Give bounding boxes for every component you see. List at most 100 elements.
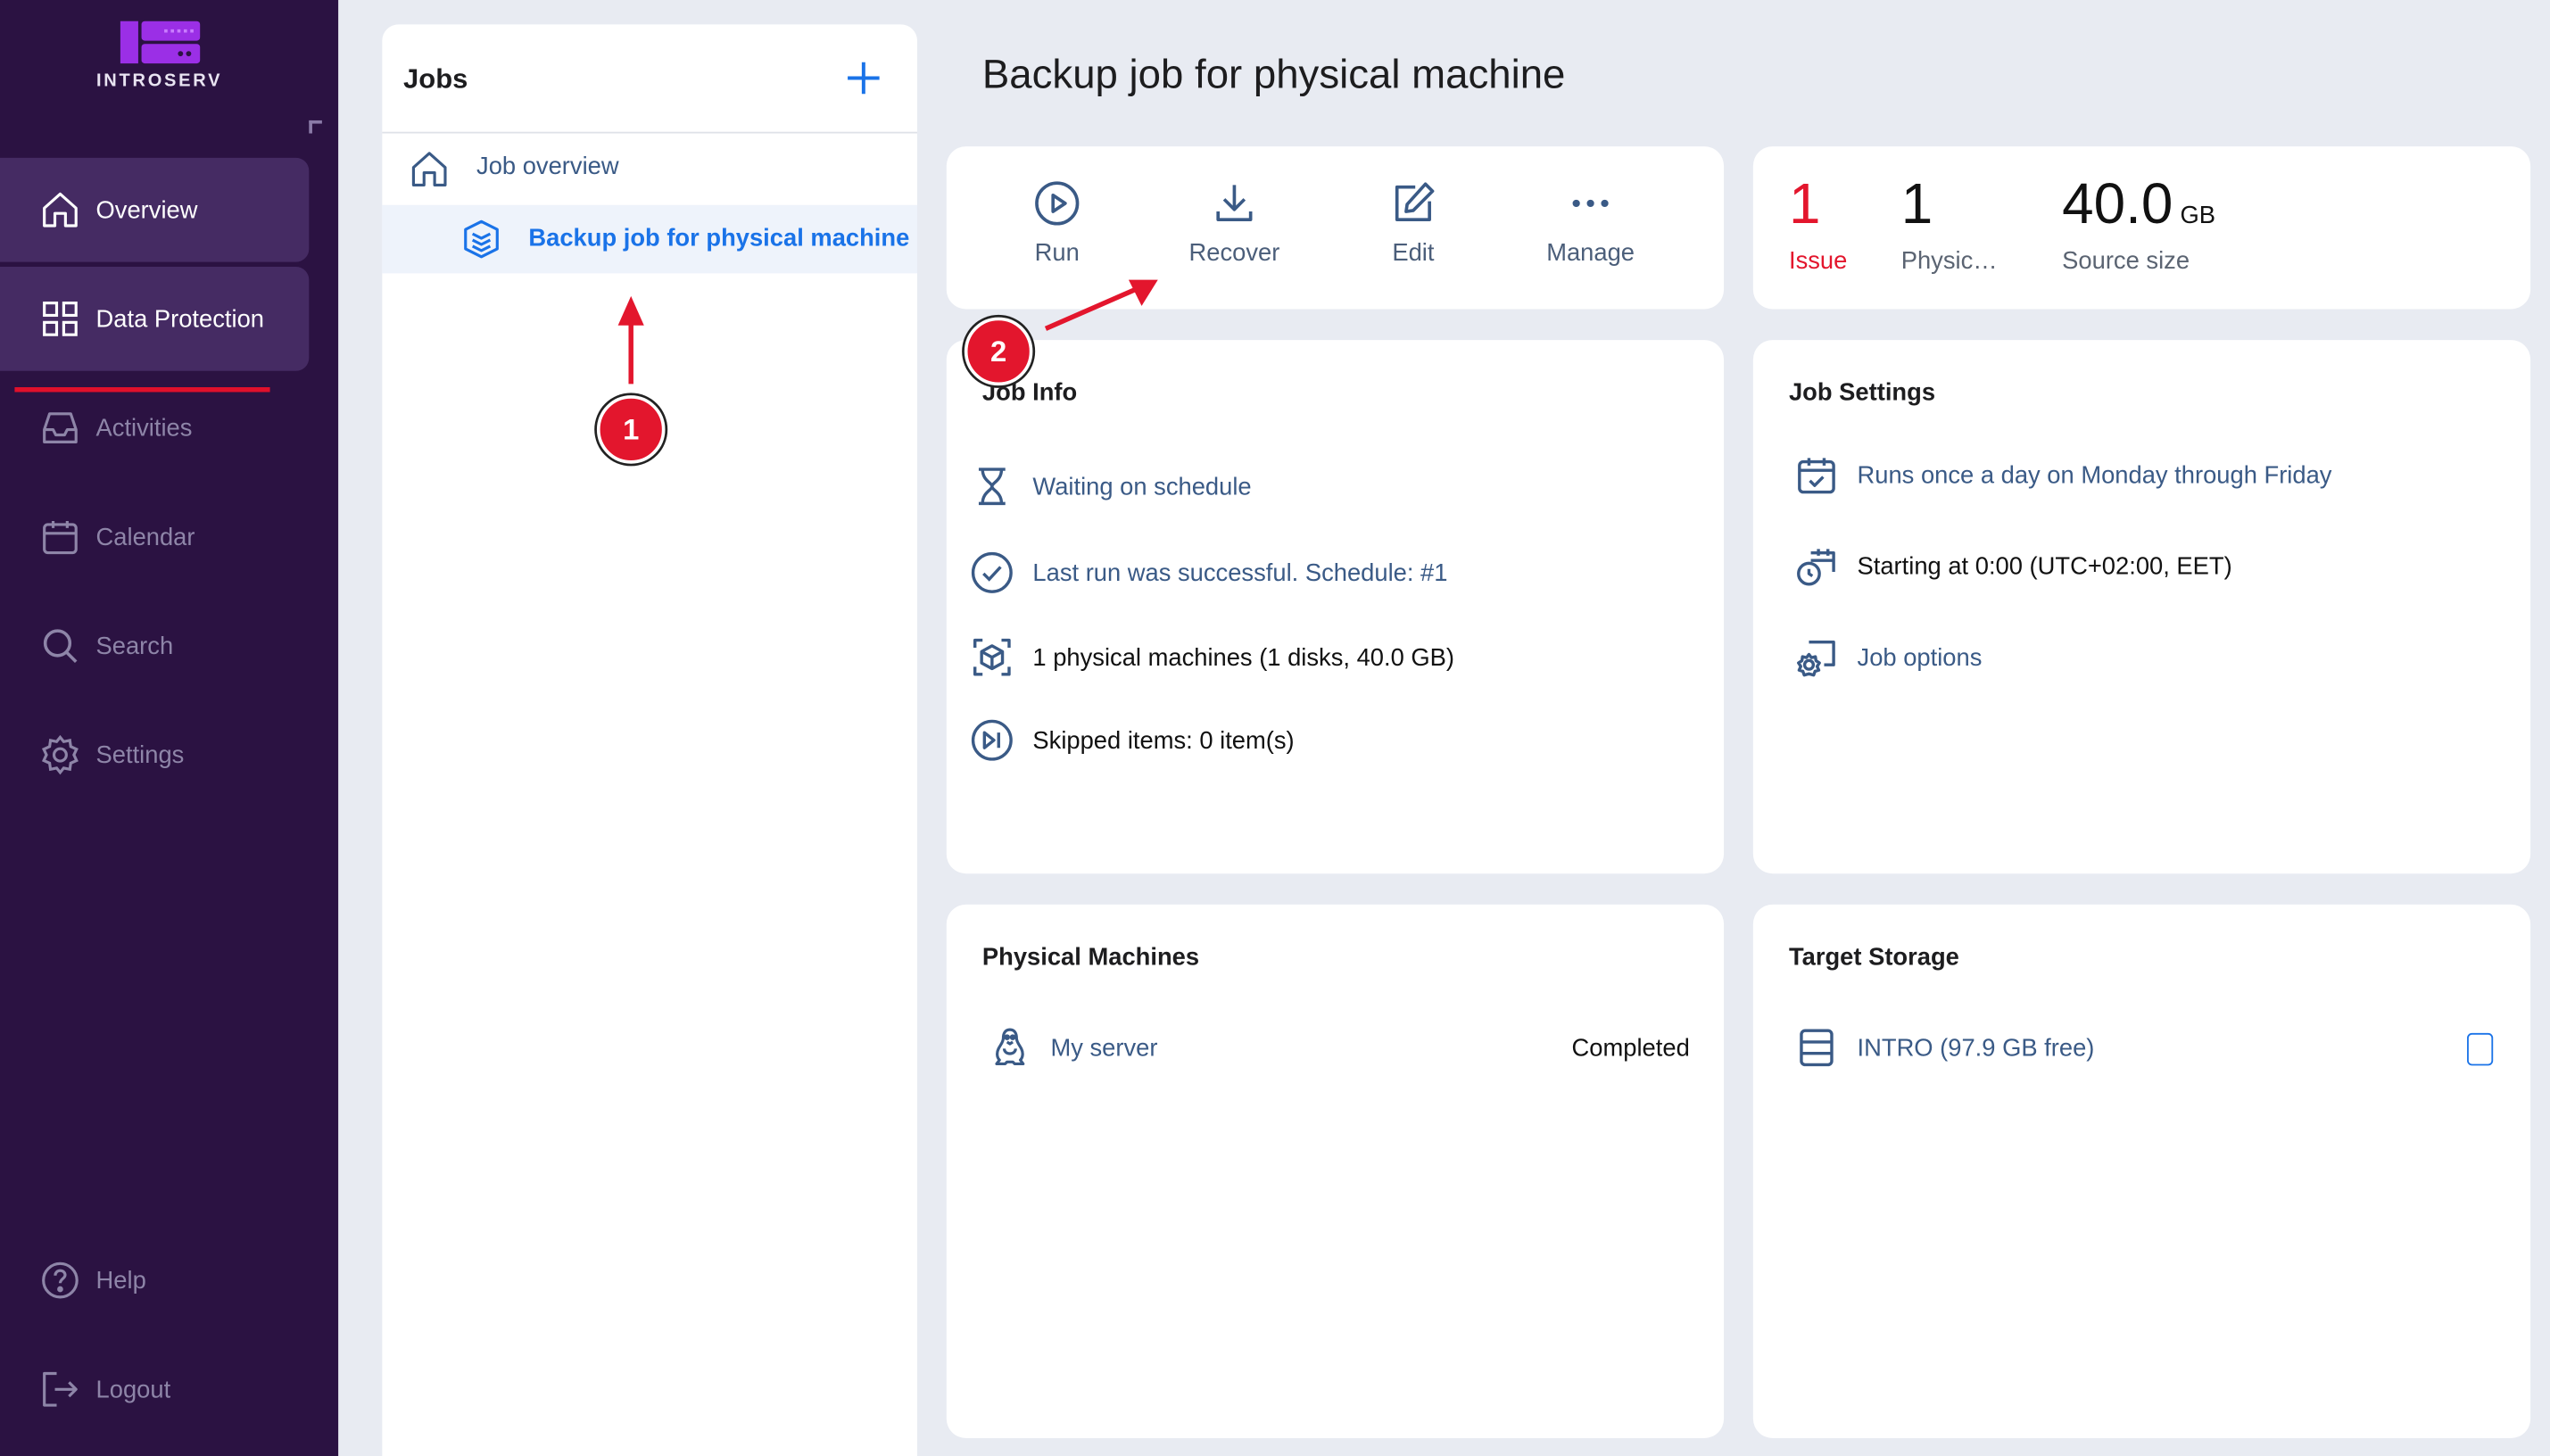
skipped-row: Skipped items: 0 item(s) bbox=[969, 716, 1295, 765]
linux-penguin-icon bbox=[995, 1028, 1025, 1066]
cube-scan-icon bbox=[973, 638, 1011, 676]
skip-forward-icon bbox=[971, 719, 1013, 761]
issue-count: 1 bbox=[1788, 172, 1821, 236]
sidebar-item-label: Search bbox=[95, 632, 174, 660]
target-storage-title: Target Storage bbox=[1788, 943, 1959, 972]
schedule-row: Runs once a day on Monday through Friday bbox=[1793, 451, 2331, 500]
sidebar-item-activities[interactable]: Activities bbox=[0, 376, 309, 480]
edit-icon bbox=[1395, 182, 1435, 221]
sidebar: INTROSERV Overview Data Protection Activ… bbox=[0, 0, 339, 1456]
issue-label: Issue bbox=[1788, 247, 1848, 276]
source-size-label: Source size bbox=[2062, 247, 2190, 276]
physical-label: Physic… bbox=[1900, 247, 1998, 276]
sidebar-item-settings[interactable]: Settings bbox=[0, 703, 309, 807]
run-button[interactable]: Run bbox=[984, 176, 1130, 280]
edit-button[interactable]: Edit bbox=[1340, 176, 1486, 280]
hourglass-icon bbox=[978, 467, 1006, 506]
sidebar-item-search[interactable]: Search bbox=[0, 594, 309, 699]
annotation-arrow-up bbox=[617, 295, 644, 385]
manage-button[interactable]: Manage bbox=[1518, 176, 1664, 280]
physical-count: 1 bbox=[1900, 172, 1933, 236]
sidebar-item-calendar[interactable]: Calendar bbox=[0, 484, 309, 589]
manage-label: Manage bbox=[1546, 239, 1635, 268]
sidebar-item-help[interactable]: Help bbox=[0, 1228, 309, 1333]
storage-server-icon bbox=[1800, 1029, 1834, 1067]
storage-checkbox[interactable] bbox=[2467, 1032, 2494, 1066]
physical-machines-card: Physical Machines My server Completed bbox=[946, 904, 1725, 1438]
machine-row[interactable]: My server Completed bbox=[987, 1023, 1690, 1072]
start-time-text: Starting at 0:00 (UTC+02:00, EET) bbox=[1857, 552, 2232, 581]
help-icon bbox=[42, 1262, 79, 1299]
skipped-text: Skipped items: 0 item(s) bbox=[1032, 726, 1295, 755]
sidebar-item-label: Overview bbox=[95, 195, 198, 224]
last-run-text[interactable]: Last run was successful. Schedule: #1 bbox=[1032, 558, 1447, 586]
recover-button[interactable]: Recover bbox=[1161, 176, 1307, 280]
start-time-row: Starting at 0:00 (UTC+02:00, EET) bbox=[1793, 542, 2232, 591]
tree-item-job-overview[interactable]: Job overview bbox=[382, 134, 917, 203]
issue-stat[interactable]: 1 Issue bbox=[1789, 172, 1847, 275]
gear-icon bbox=[41, 734, 79, 775]
page-title: Backup job for physical machine bbox=[981, 52, 1566, 98]
machine-name: My server bbox=[1050, 1033, 1158, 1062]
physical-machines-title: Physical Machines bbox=[981, 943, 1200, 972]
check-circle-icon bbox=[971, 551, 1013, 593]
source-size-unit: GB bbox=[2180, 202, 2216, 230]
job-settings-card: Job Settings Runs once a day on Monday t… bbox=[1752, 340, 2531, 874]
target-storage-card: Target Storage INTRO (97.9 GB free) bbox=[1752, 904, 2531, 1438]
recover-label: Recover bbox=[1188, 239, 1280, 268]
sidebar-item-overview[interactable]: Overview bbox=[0, 157, 310, 262]
sidebar-item-logout[interactable]: Logout bbox=[0, 1337, 309, 1442]
search-icon bbox=[43, 629, 78, 663]
jobs-title: Jobs bbox=[403, 63, 468, 95]
run-label: Run bbox=[1034, 239, 1080, 268]
sidebar-item-label: Logout bbox=[95, 1375, 171, 1403]
job-options-link[interactable]: Job options bbox=[1858, 643, 1983, 671]
sidebar-item-data-protection[interactable]: Data Protection bbox=[0, 267, 310, 371]
sidebar-item-label: Activities bbox=[95, 414, 193, 443]
tree-item-selected-job[interactable]: Backup job for physical machine bbox=[382, 204, 918, 274]
download-icon bbox=[1216, 185, 1253, 221]
collapse-corner-icon[interactable] bbox=[309, 120, 322, 134]
backup-job-layers-icon bbox=[464, 219, 499, 259]
machines-row: 1 physical machines (1 disks, 40.0 GB) bbox=[969, 633, 1454, 682]
sidebar-item-label: Data Protection bbox=[95, 304, 264, 333]
inbox-icon bbox=[43, 412, 78, 443]
last-run-row: Last run was successful. Schedule: #1 bbox=[969, 549, 1447, 598]
job-settings-title: Job Settings bbox=[1788, 378, 1936, 407]
edit-label: Edit bbox=[1392, 239, 1435, 268]
source-size-stat: 40.0 GB Source size bbox=[2062, 172, 2215, 275]
jobs-panel: Jobs Job overview Backup job for physica… bbox=[382, 24, 918, 1456]
calendar-icon bbox=[43, 520, 78, 555]
schedule-text[interactable]: Runs once a day on Monday through Friday bbox=[1858, 461, 2332, 489]
grid-icon bbox=[43, 302, 78, 336]
job-status-text[interactable]: Waiting on schedule bbox=[1032, 473, 1251, 500]
more-dots-icon bbox=[1572, 199, 1609, 208]
play-circle-icon bbox=[1035, 181, 1080, 226]
sidebar-item-label: Help bbox=[95, 1266, 146, 1295]
calendar-clock-icon bbox=[1797, 549, 1835, 586]
storage-row[interactable]: INTRO (97.9 GB free) bbox=[1793, 1023, 2094, 1072]
machine-status: Completed bbox=[1571, 1033, 1690, 1062]
source-size-value: 40.0 bbox=[2062, 172, 2173, 236]
physical-stat: 1 Physic… bbox=[1901, 172, 1998, 275]
sidebar-item-label: Settings bbox=[95, 740, 185, 769]
gear-window-icon bbox=[1797, 640, 1835, 677]
stats-card: 1 Issue 1 Physic… 40.0 GB Source size bbox=[1752, 146, 2531, 310]
annotation-arrow-diagonal bbox=[1044, 279, 1158, 331]
introserv-logo-icon bbox=[120, 21, 201, 64]
tree-item-label: Backup job for physical machine bbox=[528, 224, 910, 252]
home-icon bbox=[43, 192, 78, 228]
machines-text: 1 physical machines (1 disks, 40.0 GB) bbox=[1032, 643, 1455, 672]
job-info-card: Job Info Waiting on schedule Last run wa… bbox=[946, 340, 1725, 874]
job-status-row: Waiting on schedule bbox=[969, 462, 1252, 511]
sidebar-item-label: Calendar bbox=[95, 523, 195, 551]
add-job-plus-icon[interactable] bbox=[842, 57, 884, 99]
brand-name: INTROSERV bbox=[95, 71, 223, 92]
storage-name: INTRO (97.9 GB free) bbox=[1857, 1033, 2095, 1062]
tree-item-label: Job overview bbox=[476, 153, 619, 181]
calendar-check-icon bbox=[1798, 458, 1835, 494]
job-options-row: Job options bbox=[1793, 633, 1982, 682]
home-icon bbox=[411, 152, 447, 187]
annotation-marker-1: 1 bbox=[596, 395, 666, 464]
logout-icon bbox=[43, 1371, 78, 1407]
